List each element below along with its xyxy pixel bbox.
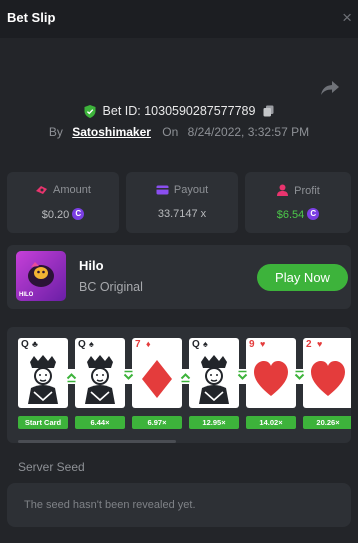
card-suit-icon: ♠ bbox=[203, 339, 208, 349]
money-icon bbox=[35, 184, 48, 198]
bet-id-row: Bet ID: 1030590287577789 bbox=[0, 104, 358, 118]
heart-icon bbox=[250, 352, 292, 409]
card-suit-icon: ♥ bbox=[260, 339, 266, 349]
playing-card: 7 ♦ bbox=[132, 338, 182, 408]
card-rank: Q bbox=[21, 339, 29, 350]
amount-label: Amount bbox=[53, 184, 91, 196]
game-info: HILO Hilo BC Original Play Now bbox=[7, 245, 351, 309]
bet-byline: By Satoshimaker On 8/24/2022, 3:32:57 PM bbox=[0, 125, 358, 139]
card-rank: 9 bbox=[249, 339, 255, 350]
server-seed-value: The seed hasn't been revealed yet. bbox=[24, 499, 196, 511]
payout-value: 33.7147 x bbox=[157, 208, 207, 220]
card-multiplier: 12.95× bbox=[189, 416, 239, 429]
by-label: By bbox=[48, 125, 63, 139]
close-icon[interactable]: × bbox=[342, 9, 352, 26]
server-seed-field: The seed hasn't been revealed yet. bbox=[7, 483, 351, 527]
card-rank: 7 bbox=[135, 339, 141, 350]
playing-card: Q ♠ bbox=[189, 338, 239, 408]
king-face-icon bbox=[193, 352, 235, 409]
amount-stat: Amount $0.20 bbox=[7, 172, 119, 233]
game-provider: BC Original bbox=[79, 280, 143, 294]
higher-arrow-icon bbox=[178, 369, 193, 384]
profit-label: Profit bbox=[294, 185, 320, 197]
card-suit-icon: ♦ bbox=[146, 339, 151, 349]
card-rank: 2 bbox=[306, 339, 312, 350]
server-seed-label: Server Seed bbox=[18, 460, 85, 474]
bet-datetime: 8/24/2022, 3:32:57 PM bbox=[187, 125, 310, 139]
payout-stat: Payout 33.7147 x bbox=[126, 172, 238, 233]
card-rank: Q bbox=[78, 339, 86, 350]
heart-icon bbox=[307, 352, 349, 409]
card-icon bbox=[156, 185, 169, 198]
king-face-icon bbox=[79, 352, 121, 409]
diamond-icon bbox=[136, 352, 178, 409]
higher-arrow-icon bbox=[64, 369, 79, 384]
card-suit-icon: ♠ bbox=[89, 339, 94, 349]
coin-icon bbox=[72, 208, 85, 220]
cards-history[interactable]: Q ♣ Start Card Q ♠ 6.44× 7 ♦ 6.97× Q ♠ 12.95× 9 ♥ 14.0… bbox=[7, 327, 351, 443]
coin-icon bbox=[307, 208, 320, 220]
profit-value: $6.54 bbox=[276, 209, 305, 221]
card-rank: Q bbox=[192, 339, 200, 350]
profit-icon bbox=[276, 184, 289, 199]
playing-card: Q ♠ bbox=[75, 338, 125, 408]
playing-card: Q ♣ bbox=[18, 338, 68, 408]
card-multiplier: 6.44× bbox=[75, 416, 125, 429]
bet-id: Bet ID: 1030590287577789 bbox=[102, 104, 256, 118]
card-suit-icon: ♣ bbox=[32, 339, 38, 349]
game-name: Hilo bbox=[79, 258, 104, 273]
bet-slip-header: Bet Slip × bbox=[0, 0, 358, 38]
lower-arrow-icon bbox=[292, 369, 307, 384]
share-icon[interactable] bbox=[320, 79, 340, 97]
card-multiplier: 20.26× bbox=[303, 416, 351, 429]
copy-icon[interactable] bbox=[263, 105, 274, 117]
card-multiplier: 14.02× bbox=[246, 416, 296, 429]
king-face-icon bbox=[22, 352, 64, 409]
lower-arrow-icon bbox=[235, 369, 250, 384]
page-title: Bet Slip bbox=[7, 10, 56, 25]
hilo-logo-text: HILO bbox=[19, 292, 34, 298]
payout-label: Payout bbox=[173, 184, 209, 196]
card-suit-icon: ♥ bbox=[317, 339, 323, 349]
lower-arrow-icon bbox=[121, 369, 136, 384]
amount-value: $0.20 bbox=[41, 209, 70, 221]
username-link[interactable]: Satoshimaker bbox=[72, 125, 151, 139]
hilo-logo[interactable]: HILO bbox=[16, 251, 66, 301]
verified-shield-icon bbox=[84, 105, 96, 118]
playing-card: 2 ♥ bbox=[303, 338, 351, 408]
playing-card: 9 ♥ bbox=[246, 338, 296, 408]
horizontal-scrollbar[interactable] bbox=[18, 440, 176, 443]
hilo-logo-art bbox=[28, 262, 54, 287]
profit-stat: Profit $6.54 bbox=[245, 172, 351, 233]
card-multiplier: 6.97× bbox=[132, 416, 182, 429]
play-now-button[interactable]: Play Now bbox=[257, 264, 348, 291]
card-multiplier: Start Card bbox=[18, 416, 68, 429]
on-label: On bbox=[162, 125, 179, 139]
